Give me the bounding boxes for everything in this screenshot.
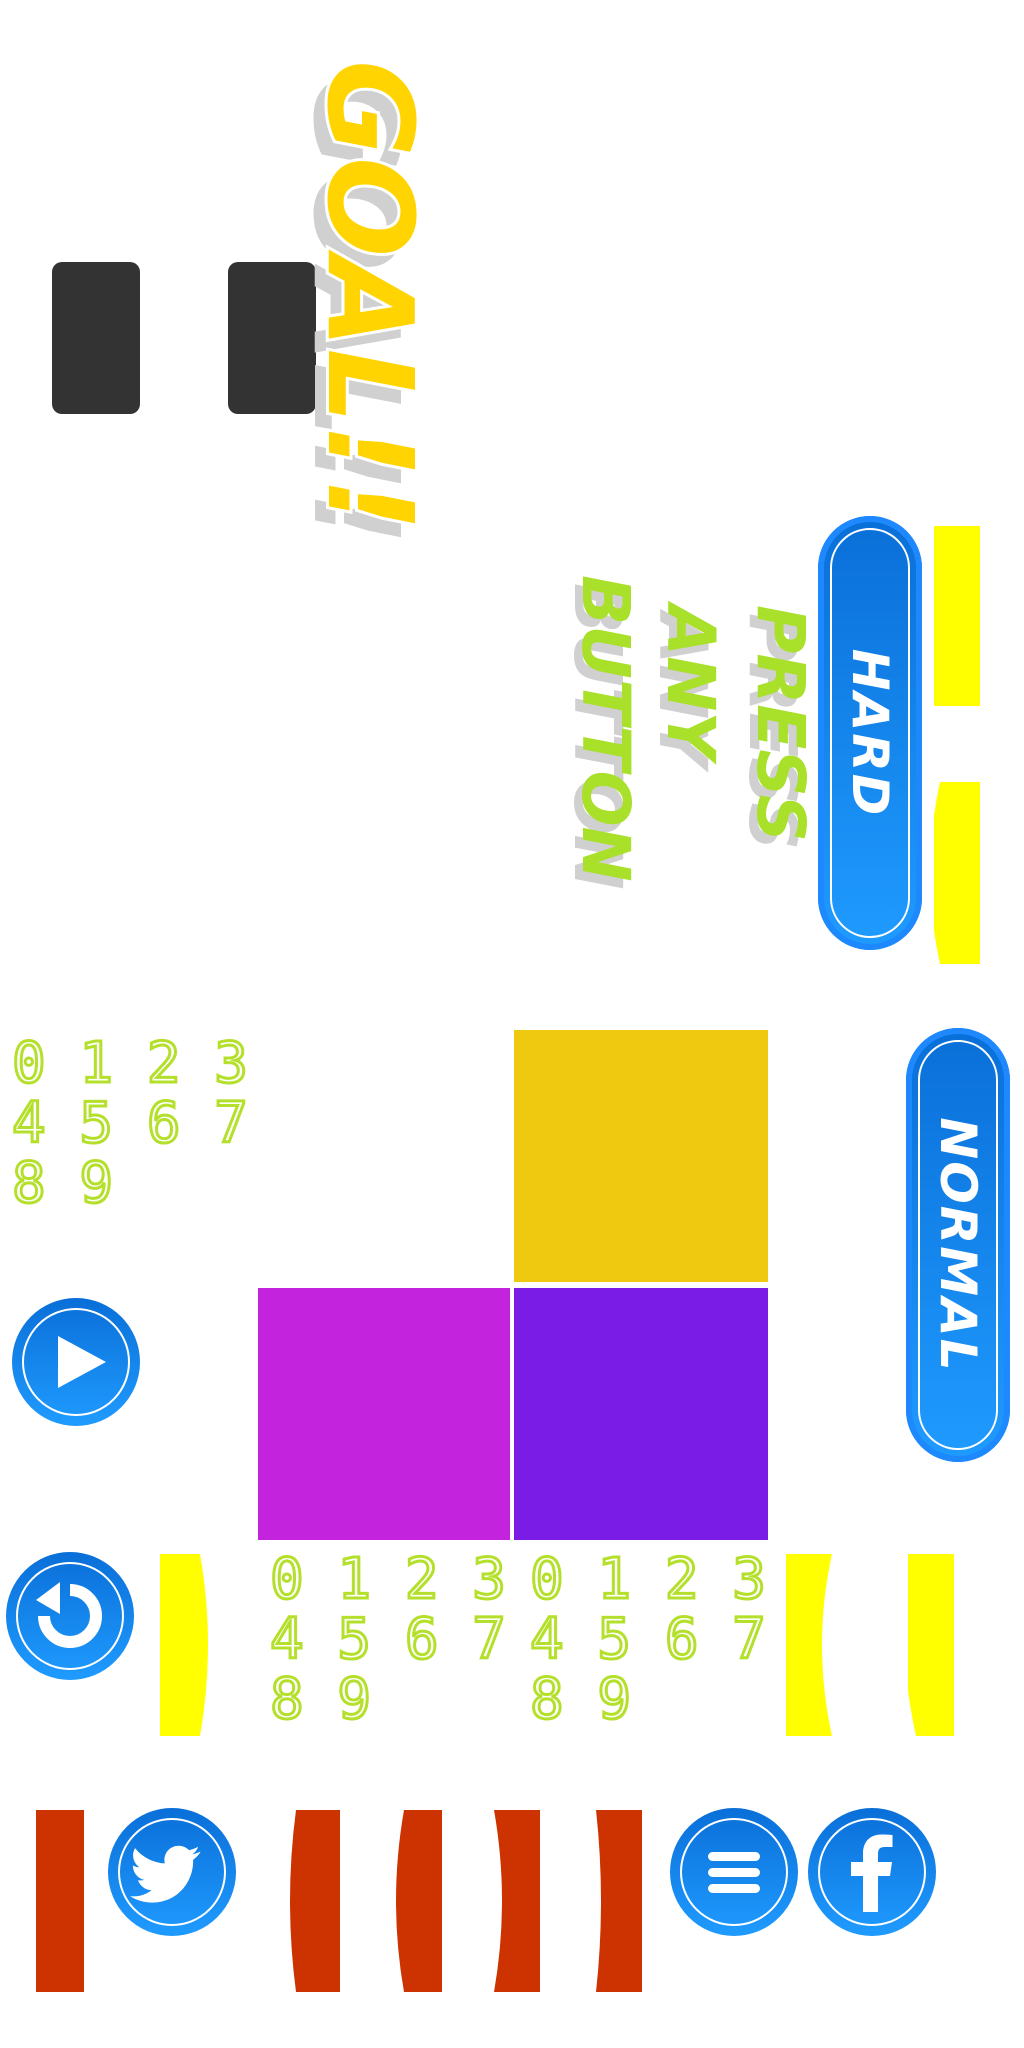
goal-title: GOAL!! GOAL!! — [287, 57, 442, 545]
block-magenta — [258, 1288, 510, 1540]
twitter-icon — [130, 1845, 201, 1903]
yellow-arc-right-lower — [908, 1554, 954, 1736]
yellow-arc-right-upper — [934, 782, 980, 964]
facebook-icon — [851, 1834, 893, 1912]
red-arc-5 — [596, 1810, 642, 1992]
normal-button-label: NORMAL — [929, 1117, 987, 1373]
yellow-bar-top-right — [934, 526, 980, 706]
prompt-line-button-text: BUTTON — [567, 575, 644, 882]
pause-bar-left — [52, 262, 140, 414]
digit-row-2: 4 5 6 7 — [12, 1091, 248, 1156]
restart-icon — [36, 1582, 102, 1648]
menu-button[interactable] — [670, 1808, 798, 1936]
hard-button[interactable]: HARD — [818, 516, 922, 950]
digit-row-2: 4 5 6 7 — [270, 1607, 506, 1672]
digit-strip-bottom-left: 0 1 2 3 4 5 6 7 8 9 — [266, 1546, 508, 1734]
digit-strip-bottom-left-svg: 0 1 2 3 4 5 6 7 8 9 — [269, 1546, 508, 1734]
prompt-line-press: PRESS PRESS — [734, 605, 819, 865]
play-icon — [58, 1336, 106, 1388]
prompt-line-any-text: ANY — [652, 605, 729, 760]
digit-row-1: 0 1 2 3 — [12, 1031, 248, 1096]
hard-button-label: HARD — [841, 648, 899, 818]
menu-icon — [708, 1852, 760, 1893]
block-purple — [514, 1288, 768, 1540]
digit-row-2: 4 5 6 7 — [530, 1607, 766, 1672]
digit-strip-bottom-right-svg: 0 1 2 3 4 5 6 7 8 9 — [529, 1546, 768, 1734]
digit-strip-top-svg: 0 1 2 3 4 5 6 7 8 9 — [11, 1030, 250, 1218]
digit-row-1: 0 1 2 3 — [270, 1547, 506, 1612]
digit-strip-top: 0 1 2 3 4 5 6 7 8 9 — [8, 1030, 250, 1218]
digit-row-3: 8 9 — [270, 1667, 371, 1726]
prompt-line-press-text: PRESS — [742, 605, 819, 842]
prompt-line-button: BUTTON BUTTON — [559, 575, 644, 890]
red-arc-4 — [494, 1810, 540, 1992]
twitter-button[interactable] — [108, 1808, 236, 1936]
digit-row-3: 8 9 — [530, 1667, 631, 1726]
red-bar-1 — [36, 1810, 84, 1992]
facebook-button[interactable] — [808, 1808, 936, 1936]
prompt-line-any: ANY ANY — [644, 605, 729, 865]
goal-title-text: GOAL!! — [298, 57, 442, 534]
block-yellow — [514, 1030, 768, 1282]
normal-button[interactable]: NORMAL — [906, 1028, 1010, 1462]
red-arc-3 — [396, 1810, 442, 1992]
digit-strip-bottom-right: 0 1 2 3 4 5 6 7 8 9 — [526, 1546, 768, 1734]
yellow-arc-left — [160, 1554, 208, 1736]
yellow-arc-mid — [786, 1554, 832, 1736]
digit-row-3: 8 9 — [12, 1151, 113, 1210]
red-arc-2 — [290, 1810, 340, 1992]
play-button[interactable] — [12, 1298, 140, 1426]
digit-row-1: 0 1 2 3 — [530, 1547, 766, 1612]
restart-button[interactable] — [6, 1552, 134, 1680]
